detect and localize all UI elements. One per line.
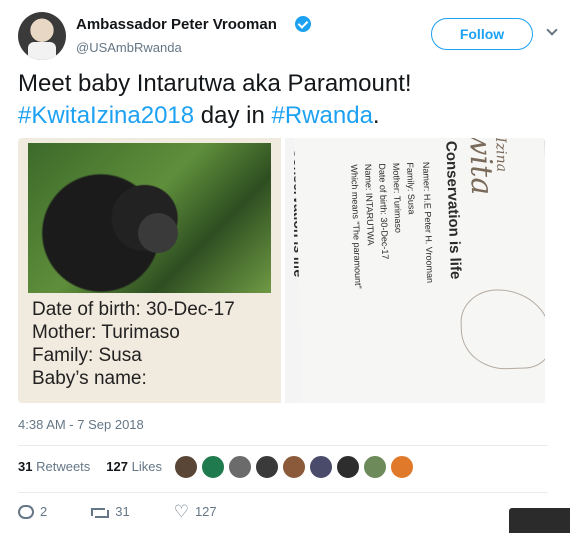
- author-name[interactable]: Ambassador Peter Vrooman: [76, 16, 277, 33]
- liker-avatar[interactable]: [363, 455, 387, 479]
- name-text: Name: INTARUTWA: [363, 163, 376, 246]
- means-text: Which means "The paramount": [349, 164, 364, 289]
- retweet-button[interactable]: 31: [91, 504, 130, 519]
- card-text: Date of birth: 30-Dec-17 Mother: Turimas…: [32, 298, 235, 390]
- engagement-stats: 31 Retweets 127 Likes: [18, 459, 162, 474]
- liker-avatar[interactable]: [228, 455, 252, 479]
- reply-count: 2: [40, 504, 48, 519]
- tweet-text: Meet baby Intarutwa aka Paramount! #Kwit…: [18, 68, 548, 132]
- liker-avatar[interactable]: [336, 455, 360, 479]
- tweet-header: Ambassador Peter Vrooman @USAmbRwanda Fo…: [18, 12, 554, 60]
- liker-avatar[interactable]: [282, 455, 306, 479]
- author-handle[interactable]: @USAmbRwanda: [76, 40, 182, 55]
- likes-count: 127: [106, 459, 128, 474]
- overlay-corner: [509, 508, 570, 533]
- verified-badge-icon: [295, 16, 311, 32]
- likes-stat[interactable]: 127 Likes: [106, 459, 162, 474]
- heart-icon: ♡: [173, 501, 189, 521]
- tweet-timestamp[interactable]: 4:38 AM - 7 Sep 2018: [18, 417, 144, 432]
- tweet-media[interactable]: Date of birth: 30-Dec-17 Mother: Turimas…: [18, 138, 545, 403]
- tweet-text-line1: Meet baby Intarutwa aka Paramount!: [18, 70, 412, 97]
- reply-button[interactable]: 2: [18, 504, 47, 519]
- divider: [18, 445, 548, 446]
- reply-icon: [18, 504, 34, 519]
- gorilla-image: [28, 143, 271, 293]
- certificate-paper: wita Izina Conservation is life Namer: H…: [294, 138, 545, 403]
- family-text: Family: Susa: [404, 162, 417, 215]
- liker-avatar[interactable]: [255, 455, 279, 479]
- like-button[interactable]: ♡ 127: [173, 501, 217, 521]
- likes-label: Likes: [131, 459, 162, 474]
- mother-text: Mother: Turimaso: [391, 162, 404, 234]
- hashtag-kwitaizina[interactable]: #KwitaIzina2018: [18, 102, 194, 129]
- tweet-actions: 2 31 ♡ 127: [18, 501, 261, 521]
- namer-text: Namer: H.E Peter H. Vrooman: [420, 161, 436, 284]
- hashtag-rwanda[interactable]: #Rwanda: [272, 102, 373, 129]
- card-line-mother: Mother: Turimaso: [32, 322, 180, 343]
- tweet-text-end: .: [372, 102, 380, 129]
- retweet-count: 31: [115, 504, 130, 519]
- divider: [18, 492, 548, 493]
- retweet-icon: [91, 506, 110, 518]
- photo-gorilla-card[interactable]: Date of birth: 30-Dec-17 Mother: Turimas…: [18, 138, 281, 403]
- izina-logo-text: Izina: [492, 138, 510, 173]
- liker-avatar[interactable]: [309, 455, 333, 479]
- liker-avatar[interactable]: [174, 455, 198, 479]
- card-line-family: Family: Susa: [32, 345, 142, 366]
- liker-avatars: [174, 455, 414, 479]
- dob-text: Date of birth: 30-Dec-17: [377, 163, 391, 260]
- retweets-count: 31: [18, 459, 33, 474]
- liker-avatar[interactable]: [201, 455, 225, 479]
- like-count: 127: [194, 504, 217, 519]
- gorilla-sketch-illustration: [459, 287, 545, 371]
- conservation-text: Conservation is life: [442, 140, 465, 280]
- avatar[interactable]: [18, 12, 66, 60]
- card-line-baby-name: Baby’s name:: [32, 368, 147, 389]
- card-line-dob: Date of birth: 30-Dec-17: [32, 299, 235, 320]
- photo-naming-certificate[interactable]: Conservation is life wita Izina Conserva…: [285, 138, 545, 403]
- liker-avatar[interactable]: [390, 455, 414, 479]
- chevron-down-icon[interactable]: [546, 26, 558, 38]
- tweet-text-mid: day in: [194, 102, 272, 129]
- gorilla-face: [138, 213, 178, 253]
- retweets-stat[interactable]: 31 Retweets: [18, 459, 90, 474]
- follow-button[interactable]: Follow: [431, 18, 533, 50]
- retweets-label: Retweets: [36, 459, 91, 474]
